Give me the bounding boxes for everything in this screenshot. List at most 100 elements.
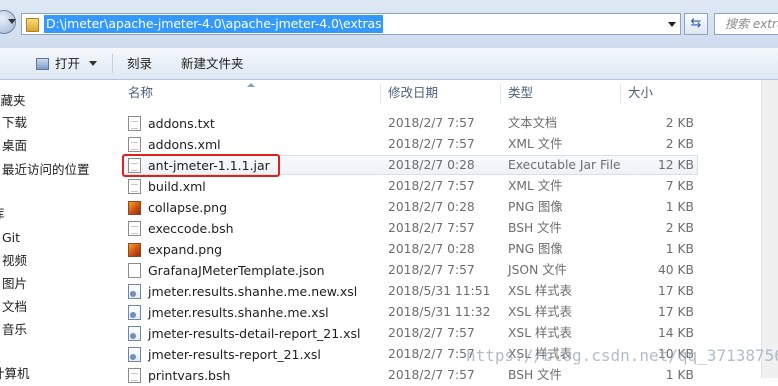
nav-item-music[interactable]: 音乐 — [2, 320, 27, 340]
column-header-type[interactable]: 类型 — [508, 80, 533, 106]
png-image-icon — [128, 243, 141, 257]
file-row[interactable]: build.xml 2018/2/7 7:57 XML 文件 7 KB — [114, 176, 778, 197]
file-date: 2018/2/7 7:57 — [388, 326, 475, 340]
file-type: XSL 样式表 — [508, 326, 572, 340]
file-date: 2018/5/31 11:32 — [388, 305, 491, 319]
file-row[interactable]: execcode.bsh 2018/2/7 7:57 BSH 文件 2 KB — [114, 218, 778, 239]
json-file-icon — [128, 263, 141, 278]
nav-item-computer[interactable]: 计算机 — [0, 364, 30, 384]
file-type: 文本文档 — [508, 116, 558, 130]
refresh-button[interactable]: ⇆ — [684, 13, 708, 35]
file-row[interactable]: jmeter.results.shanhe.me.xsl 2018/5/31 1… — [114, 302, 778, 323]
address-bar[interactable]: D:\jmeter\apache-jmeter-4.0\apache-jmete… — [21, 13, 681, 35]
file-type: PNG 图像 — [508, 200, 563, 214]
file-row[interactable]: GrafanaJMeterTemplate.json 2018/2/7 7:57… — [114, 260, 778, 281]
open-icon — [36, 58, 49, 70]
file-name: expand.png — [148, 242, 223, 257]
file-size: 14 KB — [657, 326, 694, 340]
file-date: 2018/2/7 7:57 — [388, 221, 475, 235]
text-file-icon — [128, 116, 141, 131]
column-divider[interactable] — [380, 84, 381, 104]
file-type: XML 文件 — [508, 137, 563, 151]
file-type: PNG 图像 — [508, 242, 563, 256]
file-size: 1 KB — [665, 200, 694, 214]
file-row-selected[interactable]: ant-jmeter-1.1.1.jar 2018/2/7 0:28 Execu… — [114, 154, 778, 177]
open-label: 打开 — [55, 56, 81, 71]
bsh-file-icon — [128, 221, 141, 236]
file-type: BSH 文件 — [508, 368, 562, 382]
file-date: 2018/5/31 11:51 — [388, 284, 491, 298]
nav-item-recent-places[interactable]: 最近访问的位置 — [2, 160, 90, 180]
file-type: BSH 文件 — [508, 221, 562, 235]
open-button[interactable]: 打开 — [36, 48, 98, 79]
folder-icon — [26, 18, 39, 32]
file-size: 2 KB — [665, 221, 694, 235]
search-input[interactable]: 搜索 extras — [714, 13, 778, 35]
file-size: 1 KB — [665, 368, 694, 382]
file-name: execcode.bsh — [148, 221, 234, 236]
file-name: GrafanaJMeterTemplate.json — [148, 263, 325, 278]
file-row[interactable]: jmeter-results-detail-report_21.xsl 2018… — [114, 323, 778, 344]
file-name: addons.txt — [148, 116, 215, 131]
column-header-name[interactable]: 名称 — [128, 80, 153, 106]
file-name: jmeter.results.shanhe.me.xsl — [148, 305, 329, 320]
file-date: 2018/2/7 7:57 — [388, 347, 475, 361]
file-row[interactable]: printvars.bsh 2018/2/7 7:57 BSH 文件 1 KB — [114, 365, 778, 386]
address-path[interactable]: D:\jmeter\apache-jmeter-4.0\apache-jmete… — [44, 15, 384, 33]
nav-item-documents[interactable]: 文档 — [2, 297, 27, 317]
nav-item-git[interactable]: Git — [2, 228, 20, 248]
column-divider[interactable] — [500, 84, 501, 104]
file-size: 40 KB — [657, 263, 694, 277]
file-name: collapse.png — [148, 200, 228, 215]
nav-item-pictures[interactable]: 图片 — [2, 274, 27, 294]
file-date: 2018/2/7 7:57 — [388, 116, 475, 130]
file-type: XML 文件 — [508, 179, 563, 193]
column-divider[interactable] — [620, 84, 621, 104]
column-header-date[interactable]: 修改日期 — [388, 80, 438, 106]
xml-file-icon — [128, 179, 141, 194]
file-row[interactable]: collapse.png 2018/2/7 0:28 PNG 图像 1 KB — [114, 197, 778, 218]
file-row[interactable]: jmeter.results.shanhe.me.new.xsl 2018/5/… — [114, 281, 778, 302]
file-row[interactable]: addons.txt 2018/2/7 7:57 文本文档 2 KB — [114, 113, 778, 134]
file-date: 2018/2/7 0:28 — [388, 242, 475, 256]
nav-item-libraries[interactable]: 库 — [0, 204, 5, 224]
xml-file-icon — [128, 137, 141, 152]
file-row[interactable]: expand.png 2018/2/7 0:28 PNG 图像 1 KB — [114, 239, 778, 260]
file-date: 2018/2/7 7:57 — [388, 179, 475, 193]
file-row[interactable]: addons.xml 2018/2/7 7:57 XML 文件 2 KB — [114, 134, 778, 155]
file-list-pane: 名称 修改日期 类型 大小 addons.txt 2018/2/7 7:57 文… — [114, 80, 778, 383]
xsl-file-icon — [128, 305, 141, 320]
file-size: 7 KB — [665, 179, 694, 193]
file-size: 2 KB — [665, 137, 694, 151]
refresh-icon: ⇆ — [690, 16, 702, 31]
file-type: Executable Jar File — [508, 158, 621, 172]
file-size: 1 KB — [665, 242, 694, 256]
png-image-icon — [128, 201, 141, 215]
xsl-file-icon — [128, 284, 141, 299]
nav-item-favorites[interactable]: 收藏夹 — [0, 91, 26, 111]
file-name: jmeter.results.shanhe.me.new.xsl — [148, 284, 358, 299]
nav-item-downloads[interactable]: 下载 — [2, 113, 27, 133]
file-type: JSON 文件 — [508, 263, 567, 277]
file-name: jmeter-results-report_21.xsl — [148, 347, 321, 362]
nav-item-desktop[interactable]: 桌面 — [2, 136, 27, 156]
xsl-file-icon — [128, 326, 141, 341]
file-size: 17 KB — [657, 284, 694, 298]
file-date: 2018/2/7 0:28 — [388, 158, 475, 172]
bsh-file-icon — [128, 368, 141, 383]
xsl-file-icon — [128, 347, 141, 362]
navigation-pane: 收藏夹 下载 桌面 最近访问的位置 库 Git 视频 图片 文档 音乐 计算机 — [0, 80, 114, 381]
address-dropdown-icon[interactable] — [668, 22, 676, 27]
nav-item-videos[interactable]: 视频 — [2, 251, 27, 271]
open-dropdown-icon[interactable] — [89, 61, 98, 66]
file-size: 17 KB — [657, 305, 694, 319]
file-type: XSL 样式表 — [508, 284, 572, 298]
file-type: XSL 样式表 — [508, 305, 572, 319]
vertical-scrollbar[interactable] — [761, 80, 778, 378]
file-name: build.xml — [148, 179, 206, 194]
new-folder-button[interactable]: 新建文件夹 — [181, 48, 244, 79]
column-header-size[interactable]: 大小 — [628, 80, 653, 106]
recent-pages-chevron-icon[interactable] — [8, 19, 16, 24]
file-date: 2018/2/7 7:57 — [388, 263, 475, 277]
burn-button[interactable]: 刻录 — [127, 48, 152, 79]
